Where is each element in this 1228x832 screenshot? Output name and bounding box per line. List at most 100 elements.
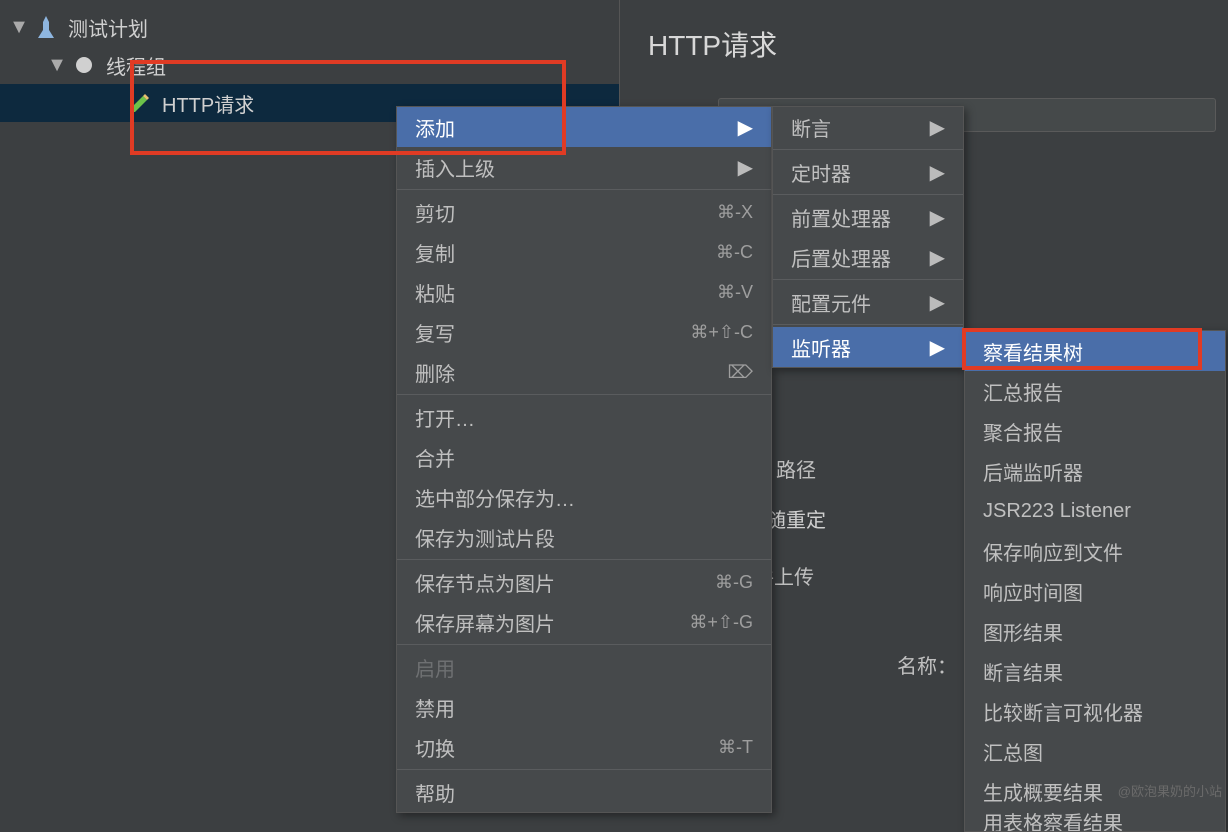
menu-separator xyxy=(773,324,963,325)
chevron-down-icon[interactable]: ▼ xyxy=(10,18,28,36)
path-label: 路径 xyxy=(776,454,816,483)
menu-label: 定时器 xyxy=(791,158,851,187)
menu-label: 比较断言可视化器 xyxy=(983,697,1143,726)
menu-label: 后端监听器 xyxy=(983,457,1083,486)
tree-row-testplan[interactable]: ▼ 测试计划 xyxy=(0,8,619,46)
listener-view-results-tree[interactable]: 察看结果树 xyxy=(965,331,1225,371)
tree-label: 线程组 xyxy=(106,51,166,80)
listener-compare-assertion[interactable]: 比较断言可视化器 xyxy=(965,691,1225,731)
menu-label: 汇总图 xyxy=(983,737,1043,766)
menu-label: 汇总报告 xyxy=(983,377,1063,406)
menu-label: JSR223 Listener xyxy=(983,500,1131,523)
context-menu: 添加 ▶ 插入上级 ▶ 剪切 ⌘-X 复制 ⌘-C 粘贴 ⌘-V 复写 ⌘+⇧-… xyxy=(396,106,772,813)
watermark: @欧泡果奶的小站 xyxy=(1118,781,1222,800)
listener-assertion-results[interactable]: 断言结果 xyxy=(965,651,1225,691)
gear-icon xyxy=(72,53,96,77)
menu-merge[interactable]: 合并 xyxy=(397,437,771,477)
menu-copy[interactable]: 复制 ⌘-C xyxy=(397,232,771,272)
listener-backend[interactable]: 后端监听器 xyxy=(965,451,1225,491)
listener-summary-report[interactable]: 汇总报告 xyxy=(965,371,1225,411)
menu-label: 后置处理器 xyxy=(791,243,891,272)
menu-save-screen-img[interactable]: 保存屏幕为图片 ⌘+⇧-G xyxy=(397,602,771,642)
submenu-configelement[interactable]: 配置元件 ▶ xyxy=(773,282,963,322)
menu-label: 添加 xyxy=(415,113,455,142)
menu-shortcut: ⌘-G xyxy=(715,572,753,593)
listener-aggregate-graph[interactable]: 汇总图 xyxy=(965,731,1225,771)
menu-label: 帮助 xyxy=(415,778,455,807)
menu-insert-parent[interactable]: 插入上级 ▶ xyxy=(397,147,771,187)
submenu-listener[interactable]: 监听器 ▶ xyxy=(773,327,963,367)
submenu-assertion[interactable]: 断言 ▶ xyxy=(773,107,963,147)
listener-truncated[interactable]: 用表格察看结果 xyxy=(965,811,1225,831)
menu-label: 合并 xyxy=(415,443,455,472)
tree-label: HTTP请求 xyxy=(162,89,254,118)
menu-shortcut: ⌘-X xyxy=(717,202,753,223)
page-title: HTTP请求 xyxy=(648,24,1216,64)
menu-save-selection[interactable]: 选中部分保存为… xyxy=(397,477,771,517)
menu-label: 选中部分保存为… xyxy=(415,483,575,512)
chevron-right-icon: ▶ xyxy=(930,160,945,185)
menu-disable[interactable]: 禁用 xyxy=(397,687,771,727)
menu-help[interactable]: 帮助 xyxy=(397,772,771,812)
menu-label: 察看结果树 xyxy=(983,337,1083,366)
menu-separator xyxy=(397,559,771,560)
menu-label: 切换 xyxy=(415,733,455,762)
param-name-label: 名称： xyxy=(897,650,957,679)
menu-label: 监听器 xyxy=(791,333,851,362)
menu-label: 聚合报告 xyxy=(983,417,1063,446)
chevron-right-icon: ▶ xyxy=(738,155,753,180)
menu-shortcut: ⌘-C xyxy=(716,242,753,263)
menu-enable: 启用 xyxy=(397,647,771,687)
menu-separator xyxy=(773,149,963,150)
menu-separator xyxy=(397,189,771,190)
submenu-preprocessor[interactable]: 前置处理器 ▶ xyxy=(773,197,963,237)
listener-response-time-graph[interactable]: 响应时间图 xyxy=(965,571,1225,611)
menu-label: 剪切 xyxy=(415,198,455,227)
listener-submenu: 察看结果树 汇总报告 聚合报告 后端监听器 JSR223 Listener 保存… xyxy=(964,330,1226,832)
menu-duplicate[interactable]: 复写 ⌘+⇧-C xyxy=(397,312,771,352)
listener-save-response[interactable]: 保存响应到文件 xyxy=(965,531,1225,571)
submenu-timer[interactable]: 定时器 ▶ xyxy=(773,152,963,192)
listener-aggregate-report[interactable]: 聚合报告 xyxy=(965,411,1225,451)
menu-toggle[interactable]: 切换 ⌘-T xyxy=(397,727,771,767)
menu-paste[interactable]: 粘贴 ⌘-V xyxy=(397,272,771,312)
menu-label: 插入上级 xyxy=(415,153,495,182)
tree-row-threadgroup[interactable]: ▼ 线程组 xyxy=(0,46,619,84)
menu-separator xyxy=(397,769,771,770)
menu-label: 打开… xyxy=(415,403,475,432)
menu-save-node-img[interactable]: 保存节点为图片 ⌘-G xyxy=(397,562,771,602)
menu-label: 删除 xyxy=(415,358,455,387)
flask-icon xyxy=(34,15,58,39)
chevron-right-icon: ▶ xyxy=(930,115,945,140)
listener-graph-results[interactable]: 图形结果 xyxy=(965,611,1225,651)
menu-shortcut: ⌘+⇧-C xyxy=(690,322,753,343)
chevron-right-icon: ▶ xyxy=(930,335,945,360)
menu-label: 保存屏幕为图片 xyxy=(415,608,555,637)
menu-shortcut: ⌘+⇧-G xyxy=(689,612,753,633)
listener-jsr223[interactable]: JSR223 Listener xyxy=(965,491,1225,531)
menu-label: 断言结果 xyxy=(983,657,1063,686)
menu-label: 禁用 xyxy=(415,693,455,722)
menu-shortcut: ⌘-T xyxy=(718,737,753,758)
add-submenu: 断言 ▶ 定时器 ▶ 前置处理器 ▶ 后置处理器 ▶ 配置元件 ▶ 监听器 ▶ xyxy=(772,106,964,368)
menu-label: 复写 xyxy=(415,318,455,347)
menu-label: 响应时间图 xyxy=(983,577,1083,606)
menu-add[interactable]: 添加 ▶ xyxy=(397,107,771,147)
menu-shortcut: ⌘-V xyxy=(717,282,753,303)
chevron-down-icon[interactable]: ▼ xyxy=(48,56,66,74)
pipette-icon xyxy=(128,91,152,115)
submenu-postprocessor[interactable]: 后置处理器 ▶ xyxy=(773,237,963,277)
menu-label: 配置元件 xyxy=(791,288,871,317)
menu-separator xyxy=(397,394,771,395)
menu-delete[interactable]: 删除 ⌦ xyxy=(397,352,771,392)
menu-label: 用表格察看结果 xyxy=(983,811,1123,831)
menu-separator xyxy=(773,279,963,280)
menu-label: 断言 xyxy=(791,113,831,142)
menu-shortcut: ⌦ xyxy=(728,362,753,383)
menu-cut[interactable]: 剪切 ⌘-X xyxy=(397,192,771,232)
menu-save-fragment[interactable]: 保存为测试片段 xyxy=(397,517,771,557)
menu-open[interactable]: 打开… xyxy=(397,397,771,437)
menu-label: 保存节点为图片 xyxy=(415,568,555,597)
menu-label: 图形结果 xyxy=(983,617,1063,646)
menu-label: 生成概要结果 xyxy=(983,777,1103,806)
